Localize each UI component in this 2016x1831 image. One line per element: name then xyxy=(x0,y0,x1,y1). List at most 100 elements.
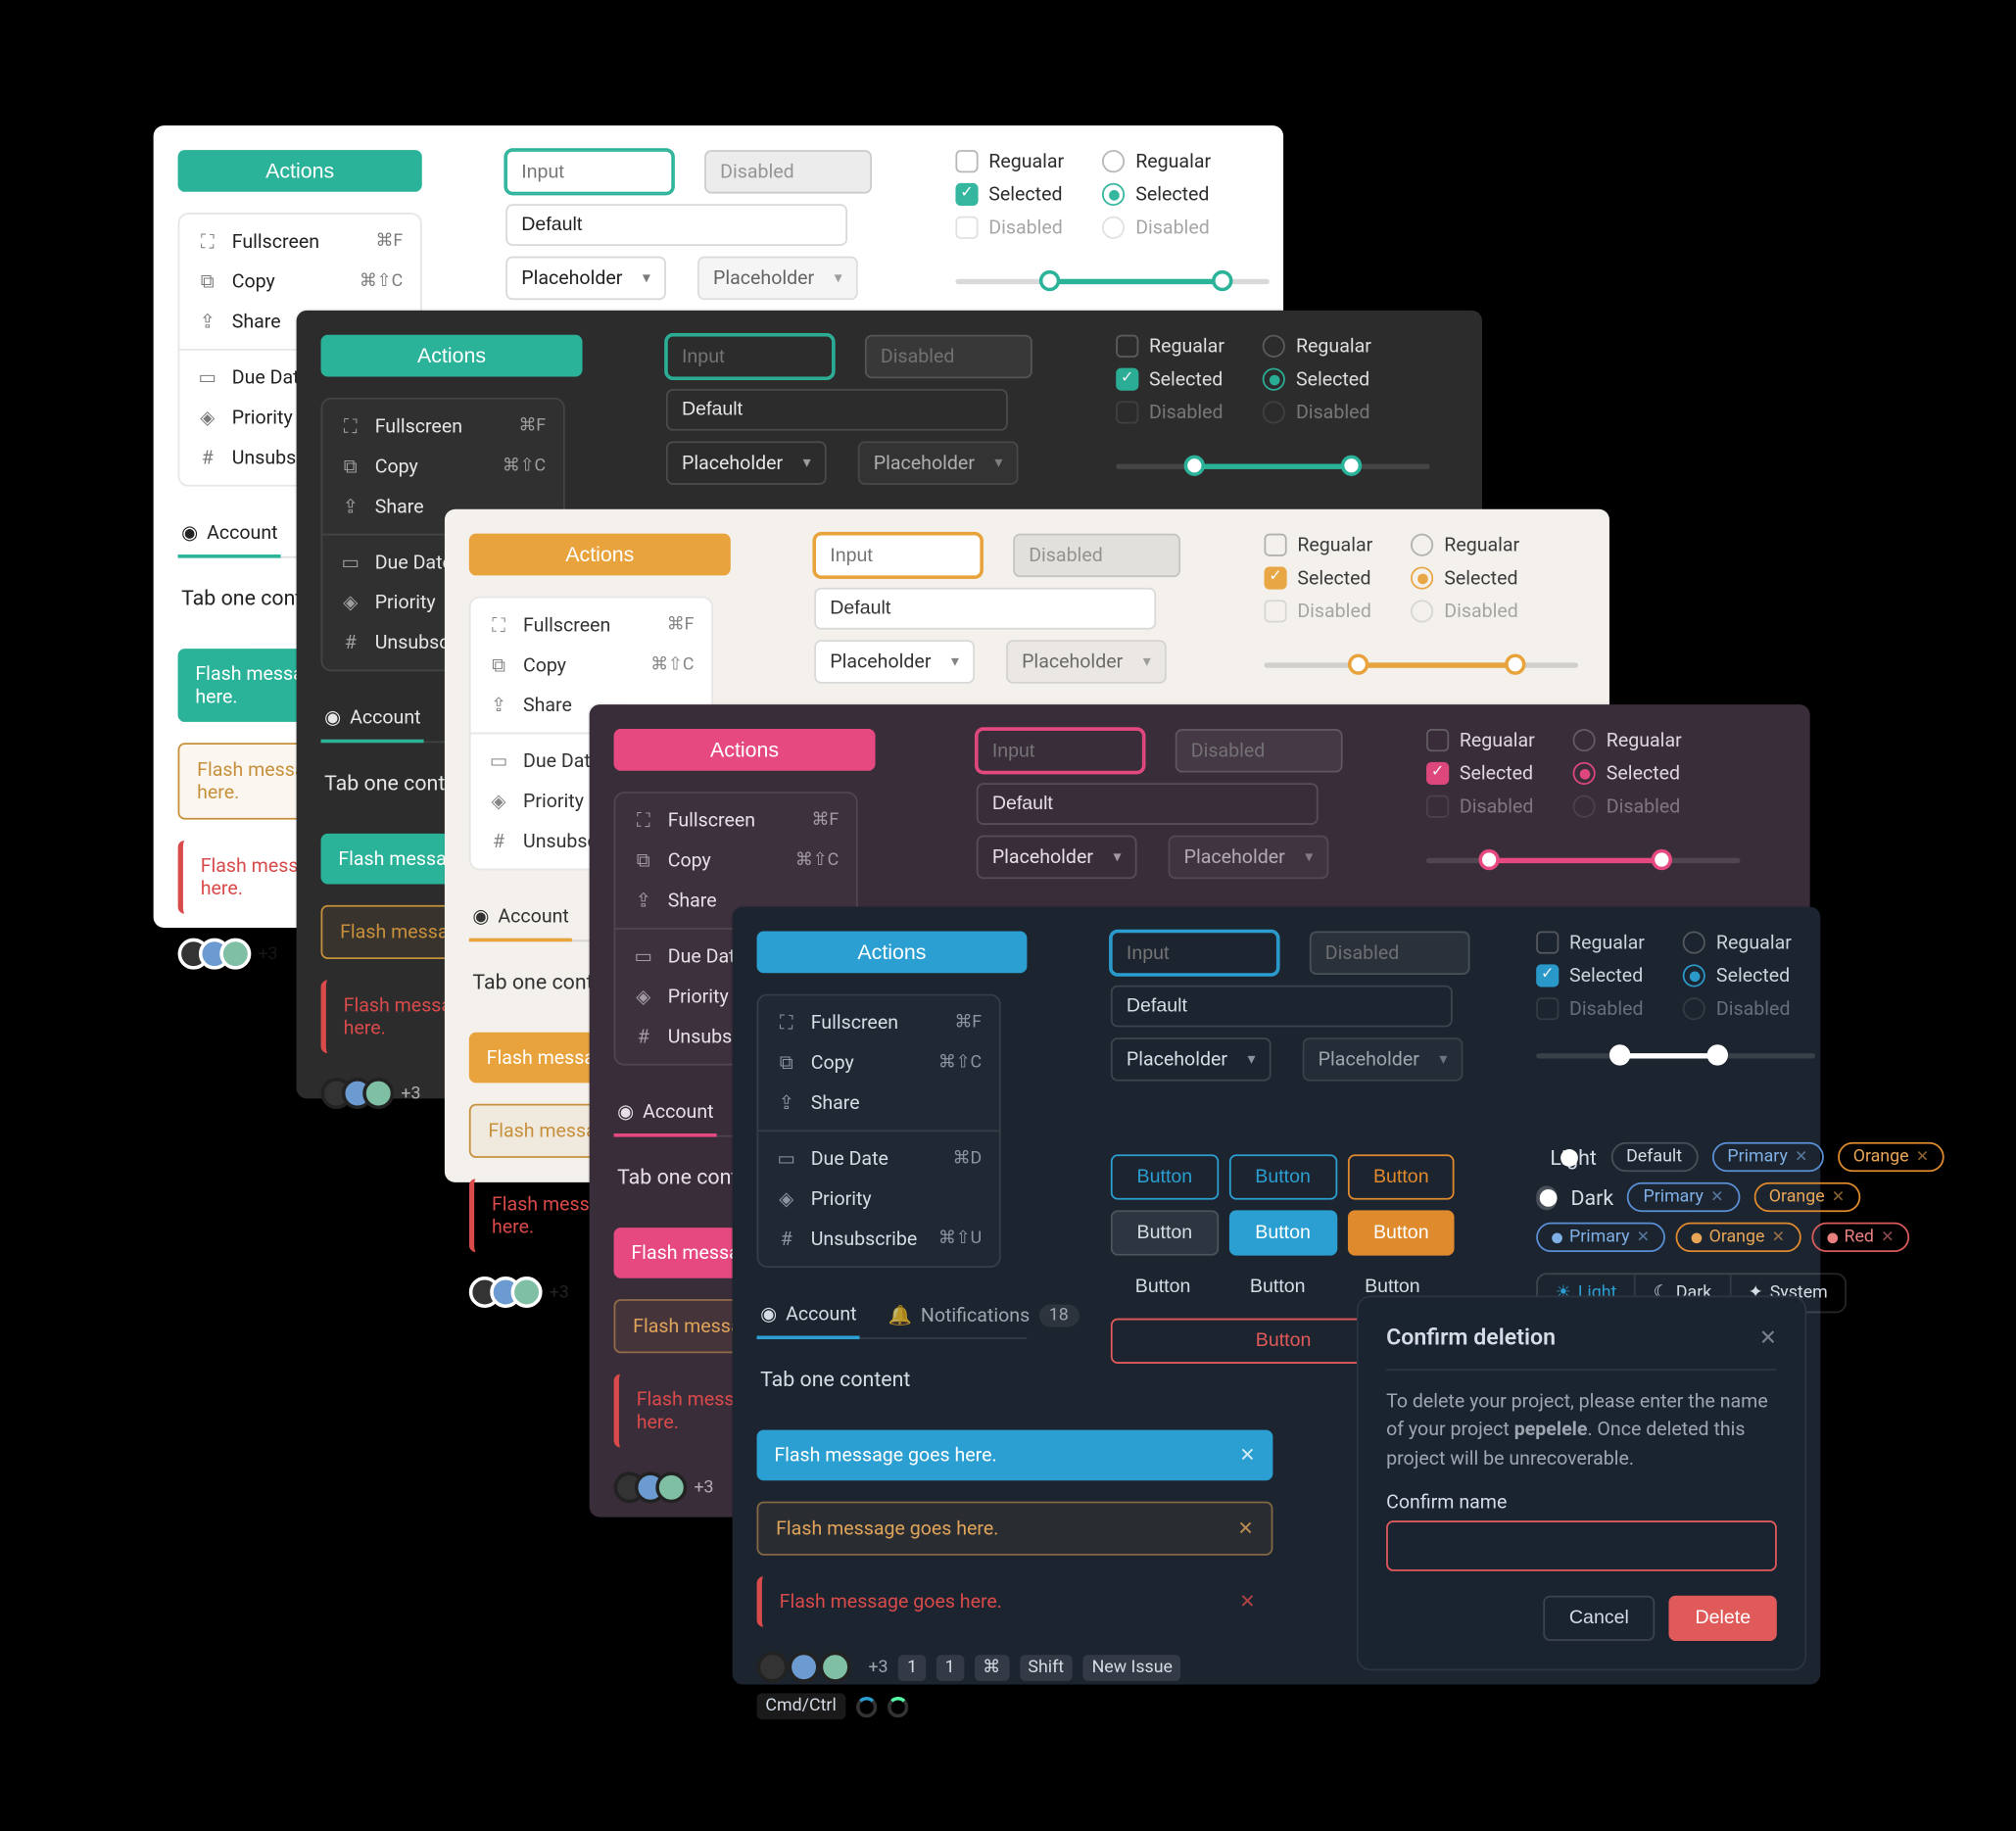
checkbox-regular[interactable]: Regualar xyxy=(955,150,1064,172)
button-outline[interactable]: Button xyxy=(1111,1154,1219,1199)
actions-button[interactable]: Actions xyxy=(757,932,1028,974)
chip-orange-dot[interactable]: Orange✕ xyxy=(1676,1223,1800,1252)
checkbox-selected[interactable]: Selected xyxy=(955,183,1064,206)
button-orange[interactable]: Button xyxy=(1347,1210,1455,1255)
tab-account[interactable]: ◉Account xyxy=(178,511,282,558)
select[interactable]: Placeholder▾ xyxy=(977,836,1137,880)
button-outline-orange[interactable]: Button xyxy=(1347,1154,1455,1199)
menu-item-fullscreen[interactable]: ⛶Fullscreen⌘F xyxy=(471,605,712,646)
select[interactable]: Placeholder▾ xyxy=(814,640,975,684)
range-slider[interactable] xyxy=(955,266,1269,294)
menu-item-priority[interactable]: ◈Priority xyxy=(758,1179,999,1219)
menu-item-copy[interactable]: ⧉Copy⌘⇧C xyxy=(471,646,712,686)
cancel-button[interactable]: Cancel xyxy=(1543,1596,1655,1641)
tab-account[interactable]: ◉Account xyxy=(469,894,573,941)
chip-primary-dot[interactable]: Primary✕ xyxy=(1536,1223,1665,1252)
close-icon[interactable]: ✕ xyxy=(1710,1188,1723,1206)
menu-item-fullscreen[interactable]: ⛶Fullscreen⌘F xyxy=(322,407,563,447)
tab-notifications[interactable]: 🔔Notifications18 xyxy=(885,1292,1082,1337)
tab-account[interactable]: ◉Account xyxy=(614,1090,718,1137)
radio-regular[interactable]: Regualar xyxy=(1102,150,1211,172)
chip-primary[interactable]: Primary✕ xyxy=(1711,1142,1823,1172)
select[interactable]: Placeholder▾ xyxy=(505,257,666,301)
toggle-dark[interactable] xyxy=(1536,1185,1557,1210)
close-icon[interactable]: ✕ xyxy=(1637,1229,1650,1246)
select[interactable]: Placeholder▾ xyxy=(666,441,827,485)
button-primary[interactable]: Button xyxy=(1229,1210,1337,1255)
chip-primary[interactable]: Primary✕ xyxy=(1627,1182,1739,1212)
menu-item-copy[interactable]: ⧉Copy⌘⇧C xyxy=(179,262,420,302)
button-text[interactable]: Button xyxy=(1111,1266,1215,1308)
close-icon[interactable]: ✕ xyxy=(1239,1590,1255,1613)
actions-button[interactable]: Actions xyxy=(469,534,731,576)
menu-item-copy[interactable]: ⧉Copy⌘⇧C xyxy=(758,1042,999,1083)
chip-orange[interactable]: Orange✕ xyxy=(1838,1142,1944,1172)
checkbox-regular[interactable]: Regualar xyxy=(1426,729,1535,751)
chip-orange[interactable]: Orange✕ xyxy=(1753,1182,1860,1212)
menu-item-copy[interactable]: ⧉Copy⌘⇧C xyxy=(322,447,563,487)
delete-button[interactable]: Delete xyxy=(1669,1596,1777,1641)
checkbox-selected[interactable]: Selected xyxy=(1536,964,1645,987)
radio-selected[interactable]: Selected xyxy=(1263,368,1371,391)
text-input-focused[interactable] xyxy=(977,729,1144,773)
range-slider[interactable] xyxy=(1265,650,1578,678)
menu-item-fullscreen[interactable]: ⛶Fullscreen⌘F xyxy=(179,221,420,262)
range-slider[interactable] xyxy=(1116,452,1429,479)
checkbox-regular[interactable]: Regualar xyxy=(1536,932,1645,954)
range-slider[interactable] xyxy=(1536,1041,1815,1069)
tab-account[interactable]: ◉Account xyxy=(757,1292,861,1339)
button-grey[interactable]: Button xyxy=(1111,1210,1219,1255)
close-icon[interactable]: ✕ xyxy=(1759,1325,1777,1349)
range-slider[interactable] xyxy=(1426,845,1740,873)
radio-selected[interactable]: Selected xyxy=(1573,762,1682,785)
confirm-name-input[interactable] xyxy=(1386,1520,1777,1571)
text-input-focused[interactable] xyxy=(666,335,834,378)
actions-button[interactable]: Actions xyxy=(178,150,422,192)
close-icon[interactable]: ✕ xyxy=(1832,1188,1845,1206)
radio-regular[interactable]: Regualar xyxy=(1683,932,1792,954)
text-input-default[interactable] xyxy=(977,783,1319,825)
text-input-default[interactable] xyxy=(814,588,1156,630)
text-input-default[interactable] xyxy=(505,204,847,246)
actions-button[interactable]: Actions xyxy=(321,335,583,377)
radio-regular[interactable]: Regualar xyxy=(1573,729,1682,751)
close-icon[interactable]: ✕ xyxy=(1239,1444,1255,1467)
checkbox-selected[interactable]: Selected xyxy=(1426,762,1535,785)
chip-default[interactable]: Default xyxy=(1610,1142,1698,1172)
close-icon[interactable]: ✕ xyxy=(1237,1518,1253,1540)
select[interactable]: Placeholder▾ xyxy=(1111,1037,1272,1082)
hash-icon: # xyxy=(633,1027,653,1047)
close-icon[interactable]: ✕ xyxy=(1916,1148,1929,1166)
close-icon[interactable]: ✕ xyxy=(1795,1148,1807,1166)
checkbox-regular[interactable]: Regualar xyxy=(1116,335,1224,358)
menu-item-fullscreen[interactable]: ⛶Fullscreen⌘F xyxy=(758,1003,999,1043)
hash-icon: # xyxy=(340,632,360,652)
close-icon[interactable]: ✕ xyxy=(1772,1229,1785,1246)
close-icon[interactable]: ✕ xyxy=(1881,1229,1894,1246)
text-input-default[interactable] xyxy=(666,389,1008,431)
radio-regular[interactable]: Regualar xyxy=(1411,534,1519,556)
checkbox-selected[interactable]: Selected xyxy=(1116,368,1224,391)
tab-account[interactable]: ◉Account xyxy=(321,696,425,743)
radio-selected[interactable]: Selected xyxy=(1683,964,1792,987)
menu-item-share[interactable]: ⇪Share xyxy=(758,1083,999,1123)
checkbox-regular[interactable]: Regualar xyxy=(1265,534,1373,556)
text-input-default[interactable] xyxy=(1111,986,1453,1028)
text-input-focused[interactable] xyxy=(1111,932,1278,976)
menu-item-copy[interactable]: ⧉Copy⌘⇧C xyxy=(615,841,856,881)
option-label: Selected xyxy=(1444,567,1517,590)
button-text[interactable]: Button xyxy=(1225,1266,1329,1308)
checkbox-selected[interactable]: Selected xyxy=(1265,567,1373,590)
count-chip: 1 xyxy=(936,1654,964,1680)
button-outline[interactable]: Button xyxy=(1229,1154,1337,1199)
actions-button[interactable]: Actions xyxy=(614,729,876,771)
chip-red-dot[interactable]: Red✕ xyxy=(1811,1223,1910,1252)
menu-item-fullscreen[interactable]: ⛶Fullscreen⌘F xyxy=(615,800,856,841)
text-input-focused[interactable] xyxy=(505,150,673,194)
text-input-focused[interactable] xyxy=(814,534,982,578)
menu-item-unsubscribe[interactable]: #Unsubscribe⌘⇧U xyxy=(758,1219,999,1259)
radio-selected[interactable]: Selected xyxy=(1102,183,1211,206)
radio-selected[interactable]: Selected xyxy=(1411,567,1519,590)
menu-item-due-date[interactable]: ▭Due Date⌘D xyxy=(758,1138,999,1179)
radio-regular[interactable]: Regualar xyxy=(1263,335,1371,358)
